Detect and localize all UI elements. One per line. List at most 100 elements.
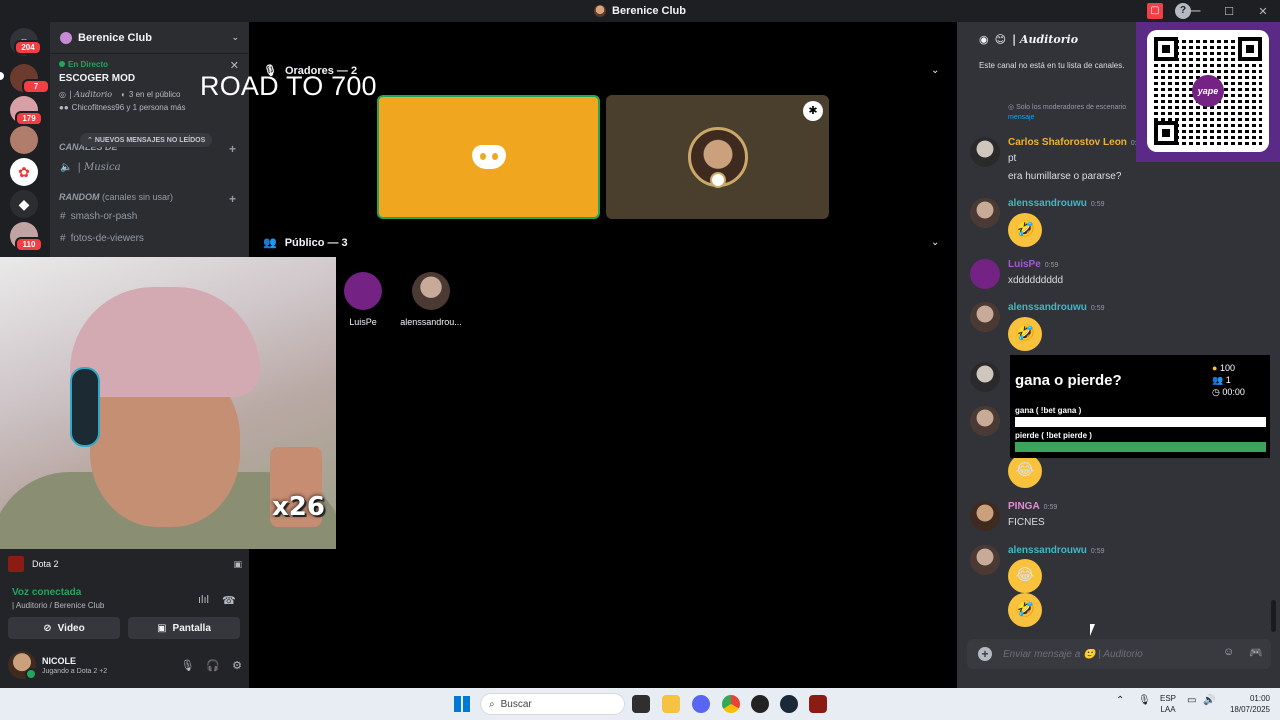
timer-value: 00:00 [1222,387,1245,397]
add-channel-icon[interactable]: + [229,142,236,156]
server-avatar-icon [594,5,607,17]
message-input[interactable] [1003,644,1213,664]
dota-taskbar-icon[interactable] [809,695,827,713]
unread-messages-pill[interactable]: ⌃ NUEVOS MENSAJES NO LEÍDOS [80,133,213,147]
channel-smash-or-pash[interactable]: # smash-or-pash [60,211,137,222]
audience-member[interactable]: alenssandrou... [396,272,466,327]
joy-emoji-icon: 😂 [1008,454,1042,488]
windows-start-icon[interactable] [454,696,470,712]
chrome-icon[interactable] [722,695,740,713]
author-name: Carlos Shaforostov Leon [1008,137,1127,148]
avatar[interactable] [970,545,1000,575]
chat-bubble-icon: ◉ [979,33,989,46]
search-icon: ⌕ [489,698,495,710]
video-button[interactable]: ⊘ Video [8,617,120,639]
hello-kitty-server-icon[interactable]: ✿ [10,158,38,186]
channel-label: smash-or-pash [70,211,138,222]
message-time: 0:59 [1044,262,1059,269]
emoji-picker-icon[interactable]: ☺ [1223,646,1234,658]
microphone-icon[interactable]: 🎙 [180,659,194,672]
file-explorer-icon[interactable] [662,695,680,713]
discord-app-icon[interactable] [692,695,710,713]
avatar[interactable] [970,406,1000,436]
obs-icon[interactable] [751,695,769,713]
message-text: FICNES [1008,517,1045,528]
steam-icon[interactable] [780,695,798,713]
category-random[interactable]: RANDOM (canales sin usar) + [59,192,236,206]
language-indicator[interactable]: ESP LAA [1160,693,1176,715]
headphones-icon: ◐ [121,90,126,99]
headphones-icon[interactable]: 🎧 [206,659,220,672]
avatar[interactable] [970,362,1000,392]
gamepad-icon[interactable]: 🎮 [1249,646,1263,659]
chevron-down-icon[interactable]: ⌄ [931,65,939,76]
voice-location: | Auditorio / Berenice Club [12,601,105,610]
avatar [344,272,382,310]
message-text: pt [1008,153,1017,164]
voice-status: Voz conectada | Auditorio / Berenice Clu… [12,587,104,610]
message-author[interactable]: PINGA 0:59 [1008,501,1057,512]
avatar[interactable] [970,501,1000,531]
video-label: Video [57,622,85,634]
title-bar: Berenice Club ▢ ? — ☐ ✕ [0,0,1280,22]
user-panel: Dota 2 ▣ Voz conectada | Auditorio / Ber… [0,549,249,688]
audience-member[interactable]: LuisPe [328,272,398,327]
avatar[interactable] [970,137,1000,167]
qr-overlay: yape [1136,22,1280,162]
channel-musica[interactable]: 🔈 | Musica [60,162,121,173]
avatar[interactable] [970,198,1000,228]
audience-name: LuisPe [349,317,377,327]
inbox-icon[interactable]: ▢ [1147,3,1163,19]
speaker-tile[interactable]: ✱ [606,95,829,219]
user-activity: Jugando a Dota 2 +2 [42,667,108,675]
speaker-tile[interactable] [377,95,600,219]
mod-link[interactable]: mensaje [1008,114,1034,121]
chevron-down-icon: ⌄ [231,32,239,42]
microphone-tray-icon[interactable]: 🎙 [1138,695,1151,706]
server-icon[interactable] [10,126,38,154]
public-header[interactable]: 👥 Público — 3 [263,236,348,250]
message-author[interactable]: alenssandrouwu 0:59 [1008,198,1105,209]
volume-icon[interactable]: 🔊 [1203,695,1215,706]
user-row[interactable]: NICOLE Jugando a Dota 2 +2 🎙 🎧 ⚙ [8,648,242,682]
joy-emoji-icon: 😂 [1008,559,1042,593]
stage-area: 🎙 Oradores — 2 ⌄ ✱ 👥 Público — 3 ⌄ LuisP… [249,22,955,688]
server-header[interactable]: Berenice Club ⌄ [50,22,249,54]
add-channel-icon[interactable]: + [229,192,236,206]
category-note: (canales sin usar) [102,192,174,202]
gear-icon[interactable]: ⚙ [232,659,242,672]
author-name: alenssandrouwu [1008,302,1087,313]
moderator-note: ◎ Solo los moderadores de escenario [1008,104,1127,111]
server-badge: 7 [22,79,50,94]
disconnect-icon[interactable]: ☎ [222,594,236,607]
close-window-button[interactable]: ✕ [1246,5,1280,18]
clock[interactable]: 01:00 18/07/2025 [1222,693,1270,715]
message-author[interactable]: Carlos Shaforostov Leon0:5 [1008,137,1141,148]
network-icon[interactable]: ▭ [1187,695,1196,706]
message-author[interactable]: alenssandrouwu 0:59 [1008,302,1105,313]
message-author[interactable]: alenssandrouwu 0:59 [1008,545,1105,556]
dice-server-icon[interactable]: ◆ [10,190,38,218]
dota-icon [8,556,24,572]
server-badge: 179 [15,111,43,126]
channel-fotos-de-viewers[interactable]: # fotos-de-viewers [60,233,144,244]
game-name: Dota 2 [32,559,59,569]
maximize-button[interactable]: ☐ [1212,5,1246,18]
screen-button[interactable]: ▣ Pantalla [128,617,240,639]
soundboard-icon[interactable]: ılıl [198,594,209,606]
chevron-down-icon[interactable]: ⌄ [931,237,939,248]
chevron-up-icon[interactable]: ⌃ [1116,695,1124,706]
add-attachment-icon[interactable]: + [978,647,992,661]
chat-scrollbar[interactable] [1271,600,1276,632]
minimize-button[interactable]: — [1178,5,1212,17]
taskbar-search[interactable]: ⌕ Buscar [480,693,625,715]
activity-row[interactable]: Dota 2 ▣ [8,553,242,575]
server-pip [0,72,4,80]
message-author[interactable]: LuisPe 0:59 [1008,259,1058,270]
webcam-overlay: x26 [0,257,336,549]
avatar[interactable] [970,259,1000,289]
screen-share-icon[interactable]: ▣ [233,559,242,570]
avatar[interactable] [970,302,1000,332]
task-view-icon[interactable] [632,695,650,713]
message-time: 0:59 [1090,305,1105,312]
